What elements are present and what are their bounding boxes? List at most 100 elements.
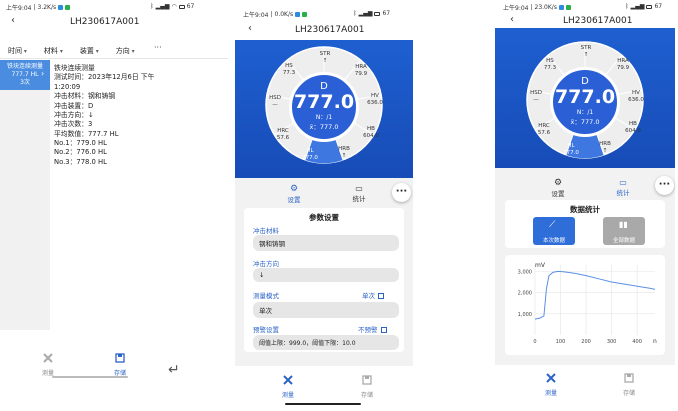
all-data-button[interactable]: ▮▮ 全部数据: [603, 217, 645, 245]
status-bar: 上午9:04 | 23.0K/s: [503, 3, 571, 12]
segment-value: 777.0: [302, 154, 318, 161]
home-indicator: [285, 403, 361, 405]
line-chart-icon: ⟋: [549, 220, 556, 230]
y-tick-label: 2,000: [518, 291, 532, 297]
nav-measure[interactable]: 测量: [38, 352, 58, 377]
detail-line: 冲击材料：钢和铸钢: [54, 92, 116, 101]
y-tick-label: 3,000: [518, 269, 532, 275]
dial-segment-str[interactable]: STR ↑: [577, 45, 595, 58]
material-field[interactable]: 钢和铸钢: [253, 235, 399, 251]
segment-name: HS: [546, 58, 554, 64]
battery-level: 67: [382, 10, 391, 17]
dial-segment-hb[interactable]: HB 604.0: [621, 121, 645, 134]
record-count: 3次: [20, 79, 30, 87]
segment-value: 636.0: [628, 96, 644, 103]
tab-stats[interactable]: ▭ 统计: [612, 178, 634, 197]
dial-segment-hv[interactable]: HV 636.0: [363, 93, 387, 106]
gear-icon: ⚙: [553, 178, 563, 188]
dial-segment-hs[interactable]: HS 77.3: [541, 58, 559, 71]
warn-checkbox[interactable]: [380, 327, 387, 333]
segment-name: HRA: [617, 58, 629, 64]
filter-bar: 时间 材料 装置 方向: [8, 46, 135, 56]
tab-stats-label: 统计: [616, 189, 630, 197]
mode-checkbox[interactable]: [378, 293, 384, 299]
return-icon[interactable]: ↵: [168, 362, 180, 378]
bluetooth-icon: ᛒ: [353, 10, 357, 17]
current-data-button[interactable]: ⟋ 本次数据: [533, 217, 575, 245]
mode-option[interactable]: 单次: [362, 290, 384, 300]
direction-field[interactable]: ↓: [253, 268, 399, 282]
dial-segment-hsd[interactable]: HSD —: [526, 90, 546, 103]
more-menu-button[interactable]: ···: [392, 183, 411, 202]
signal-icon: ▂▄▆: [155, 3, 170, 10]
warn-option[interactable]: 不预警: [358, 324, 387, 334]
dial-segment-hb[interactable]: HB 604.0: [359, 126, 383, 139]
battery-icon: [374, 11, 381, 16]
monitor-icon: ▭: [619, 178, 627, 187]
tab-settings[interactable]: ⚙ 设置: [283, 184, 305, 204]
status-speed: 0.0K/s: [274, 11, 294, 18]
segment-value: 57.6: [537, 129, 551, 136]
home-indicator: [52, 376, 128, 378]
x-axis-label: n: [653, 338, 657, 345]
status-time: 上午9:04: [243, 12, 269, 19]
segment-value: ↑: [341, 152, 347, 159]
tab-stats[interactable]: ▭ 统计: [348, 184, 370, 203]
back-icon[interactable]: ‹: [248, 23, 252, 34]
warn-field[interactable]: 阈值上限：999.0，阈值下限：10.0: [253, 335, 399, 350]
storage-icon: [362, 375, 372, 385]
filter-time[interactable]: 时间: [8, 46, 27, 56]
detail-line: 铁块连续测量: [54, 64, 95, 72]
more-menu-button[interactable]: ···: [655, 176, 674, 195]
segment-value: 79.9: [616, 64, 630, 71]
battery-level: 67: [654, 3, 663, 10]
wifi-icon: ◠: [171, 3, 177, 10]
dial-segment-hv[interactable]: HV 636.0: [624, 90, 648, 103]
params-title: 参数设置: [309, 213, 339, 222]
hardness-value: 777.0: [293, 91, 355, 113]
stats-title: 数据统计: [570, 205, 600, 214]
segment-name: HRB: [338, 146, 350, 152]
more-icon[interactable]: ···: [154, 43, 162, 52]
tab-settings[interactable]: ⚙ 设置: [547, 178, 569, 198]
nav-storage[interactable]: 存储: [110, 352, 130, 377]
filter-direction[interactable]: 方向: [116, 46, 135, 56]
dial-segment-hra[interactable]: HRA 79.9: [612, 58, 634, 71]
segment-value: 636.0: [367, 99, 383, 106]
current-data-label: 本次数据: [542, 238, 565, 244]
count-value: N：/1: [315, 114, 333, 121]
dial-segment-hrb[interactable]: HRB ↑: [335, 146, 353, 159]
divider: [0, 58, 228, 59]
dial-segment-hsd[interactable]: HSD —: [265, 95, 285, 108]
app-icon: [58, 5, 64, 10]
dial-segment-hra[interactable]: HRA 79.9: [350, 64, 372, 77]
dial-segment-str[interactable]: STR ↑: [316, 51, 334, 64]
status-speed: 23.0K/s: [534, 4, 557, 11]
all-data-label: 全部数据: [612, 238, 635, 244]
segment-value: 77.3: [543, 64, 557, 71]
dial-segment-hrb[interactable]: HRB ↑: [596, 141, 614, 154]
chevron-right-icon: ›: [41, 69, 45, 78]
segment-name: HSD: [530, 90, 542, 96]
nav-storage[interactable]: 存储: [357, 374, 377, 399]
bottom-nav: [495, 365, 675, 411]
dial-segment-hrc[interactable]: HRC 57.6: [534, 123, 554, 136]
mode-field[interactable]: 单次: [253, 302, 399, 318]
back-icon[interactable]: ‹: [11, 15, 15, 26]
warn-option-label: 不预警: [358, 326, 378, 334]
y-tick-label: 1,000: [518, 312, 532, 318]
mode-label: 测量模式: [253, 292, 279, 300]
nav-measure[interactable]: 测量: [278, 374, 298, 399]
dial-segment-hrc[interactable]: HRC 57.6: [273, 128, 293, 141]
dial-segment-hl[interactable]: HL 777.0: [560, 143, 582, 156]
nav-storage[interactable]: 存储: [619, 372, 639, 397]
dial-segment-hs[interactable]: HS 77.3: [280, 63, 298, 76]
back-icon[interactable]: ‹: [510, 14, 514, 25]
app-icon: [558, 5, 564, 10]
dial-segment-hl[interactable]: HL 777.0: [299, 148, 321, 161]
filter-material[interactable]: 材料: [44, 46, 63, 56]
segment-name: HS: [285, 63, 293, 69]
filter-device[interactable]: 装置: [80, 46, 99, 56]
nav-measure[interactable]: 测量: [541, 372, 561, 397]
segment-value: 604.0: [363, 132, 379, 139]
